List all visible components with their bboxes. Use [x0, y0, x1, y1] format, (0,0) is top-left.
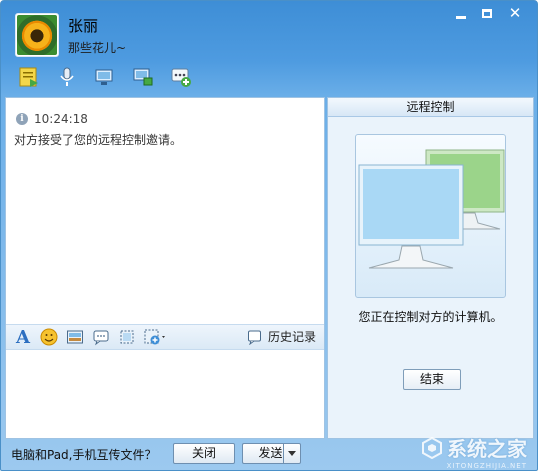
- chat-window: 张丽 那些花儿~ ✕ i 10:24:18 对方接受了您的远程控制邀请。 A 历…: [0, 0, 538, 471]
- message-input[interactable]: [6, 351, 324, 438]
- more-tools-button[interactable]: [144, 327, 168, 347]
- more-icon: [144, 329, 165, 345]
- shake-button[interactable]: [92, 327, 110, 347]
- contact-signature: 那些花儿~: [68, 41, 127, 55]
- close-icon: ✕: [508, 4, 522, 22]
- emoji-button[interactable]: [40, 327, 58, 347]
- voice-icon: [60, 67, 74, 86]
- maximize-button[interactable]: [475, 4, 499, 22]
- remote-desktop-button[interactable]: [129, 64, 157, 90]
- chevron-down-icon: [288, 451, 296, 456]
- file-transfer-tip-link[interactable]: 电脑和Pad,手机互传文件？: [11, 446, 156, 463]
- remote-status: 您正在控制对方的计算机。: [358, 310, 503, 324]
- emoji-icon: [40, 328, 58, 346]
- end-remote-button[interactable]: 结束: [403, 369, 461, 390]
- image-button[interactable]: [66, 327, 84, 347]
- voice-button[interactable]: [53, 64, 81, 90]
- shake-icon: [93, 330, 109, 346]
- watermark: 系统之家: [421, 433, 527, 462]
- watermark-subtext: XITONGZHIJIA.NET: [446, 462, 527, 470]
- message-time: 10:24:18: [34, 112, 88, 126]
- more-apps-icon: [171, 68, 191, 87]
- minimize-icon: [456, 15, 466, 19]
- watermark-logo-icon: [422, 436, 442, 459]
- video-icon: [95, 69, 113, 85]
- remote-monitors-illustration: [355, 134, 506, 298]
- remote-control-title: 远程控制: [328, 98, 533, 117]
- font-icon: A: [16, 326, 30, 348]
- history-icon: [247, 330, 261, 345]
- close-window-button[interactable]: ✕: [501, 4, 529, 22]
- message-text: 对方接受了您的远程控制邀请。: [14, 133, 183, 147]
- sunflower-image: [17, 15, 57, 55]
- remote-control-pane: 远程控制 您正在控制对方的计算机。 结束: [327, 97, 534, 439]
- video-button[interactable]: [91, 64, 119, 90]
- history-label: 历史记录: [267, 330, 316, 344]
- image-icon: [67, 330, 83, 344]
- input-toolbar: A 历史记录: [6, 324, 324, 350]
- info-icon: i: [16, 113, 28, 125]
- screenshot-button[interactable]: [118, 327, 136, 347]
- file-transfer-button[interactable]: [15, 64, 43, 90]
- watermark-text: 系统之家: [447, 437, 527, 461]
- avatar[interactable]: [15, 13, 59, 57]
- close-button[interactable]: 关闭: [173, 443, 235, 464]
- minimize-button[interactable]: [449, 4, 473, 22]
- file-transfer-icon: [19, 67, 38, 87]
- history-button[interactable]: 历史记录: [247, 328, 316, 345]
- message-meta: i 10:24:18: [16, 112, 88, 126]
- monitors-icon: [358, 149, 505, 269]
- screenshot-icon: [120, 330, 134, 344]
- remote-desktop-icon: [133, 68, 153, 86]
- contact-name: 张丽: [68, 17, 99, 35]
- more-apps-button[interactable]: [167, 64, 195, 90]
- maximize-icon: [482, 8, 492, 18]
- send-options-button[interactable]: [283, 443, 301, 464]
- chat-toolbar: [15, 64, 195, 90]
- chat-pane: i 10:24:18 对方接受了您的远程控制邀请。 A 历史记录: [5, 97, 325, 439]
- font-button[interactable]: A: [14, 326, 32, 348]
